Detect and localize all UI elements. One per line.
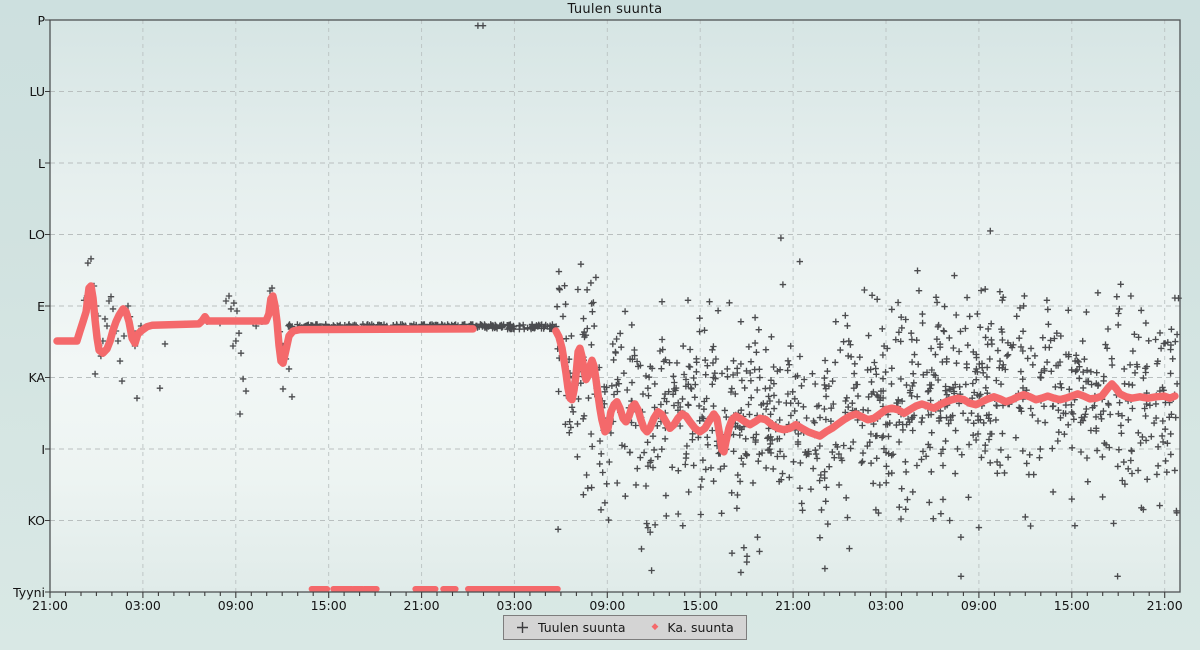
y-axis-label-KO: KO [0, 513, 45, 528]
plot-border [50, 20, 1180, 592]
legend-label-wind-direction: Tuulen suunta [538, 620, 625, 635]
y-axis-label-LU: LU [0, 84, 45, 99]
diamond-marker-icon: ◆ [651, 621, 658, 634]
x-axis-label-1: 03:00 [115, 598, 171, 613]
chart-title: Tuulen suunta [50, 2, 1180, 17]
x-axis-label-9: 03:00 [858, 598, 914, 613]
y-axis-label-P: P [0, 13, 45, 28]
plus-marker-icon [516, 621, 529, 634]
legend-label-avg-direction: Ka. suunta [667, 620, 733, 635]
x-axis-label-5: 03:00 [486, 598, 542, 613]
x-axis-label-6: 09:00 [579, 598, 635, 613]
x-axis-label-8: 21:00 [765, 598, 821, 613]
y-axis-label-I: I [0, 442, 45, 457]
legend: Tuulen suunta ◆ Ka. suunta [503, 615, 747, 640]
legend-item-avg-direction: ◆ Ka. suunta [651, 620, 733, 635]
x-axis-label-7: 15:00 [672, 598, 728, 613]
legend-item-wind-direction: Tuulen suunta [516, 620, 625, 635]
y-axis-label-L: L [0, 156, 45, 171]
y-axis-label-KA: KA [0, 370, 45, 385]
avg-direction-line-segment-2 [556, 331, 1175, 452]
x-axis-label-3: 15:00 [301, 598, 357, 613]
chart-window: Tuulen suunta PLULLOEKAIKOTyyni 21:0003:… [0, 0, 1200, 650]
x-axis-label-12: 21:00 [1137, 598, 1193, 613]
avg-direction-line-segment-1 [57, 286, 473, 363]
wind-direction-chart [0, 0, 1200, 650]
y-axis-label-LO: LO [0, 227, 45, 242]
x-axis-label-2: 09:00 [208, 598, 264, 613]
x-axis-label-11: 15:00 [1044, 598, 1100, 613]
x-axis-label-4: 21:00 [394, 598, 450, 613]
wind-direction-scatter [81, 23, 1182, 580]
axis-ticks [45, 20, 1165, 598]
x-axis-label-10: 09:00 [951, 598, 1007, 613]
x-axis-label-0: 21:00 [22, 598, 78, 613]
y-axis-label-E: E [0, 299, 45, 314]
